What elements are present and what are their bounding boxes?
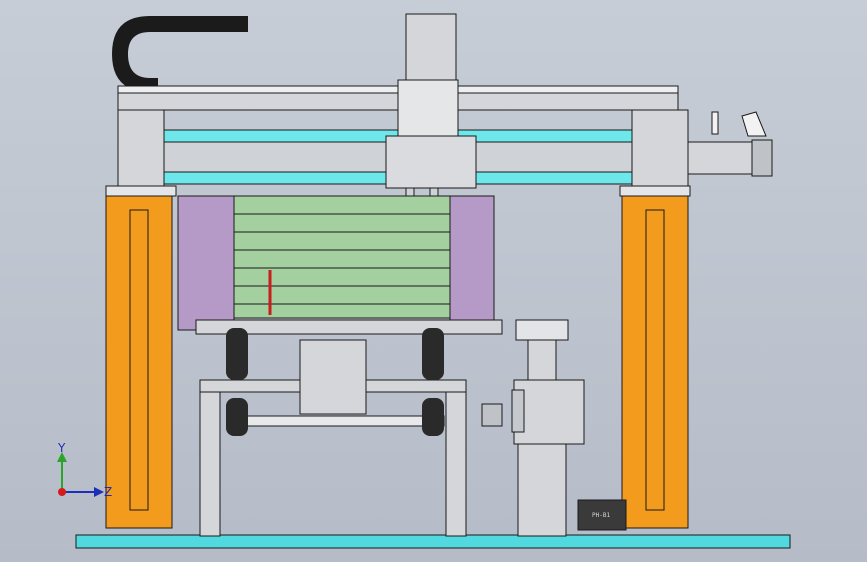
right-violet-panel <box>449 195 495 331</box>
drawer-stack <box>233 195 451 319</box>
right-leg <box>445 391 467 537</box>
right-column <box>621 195 689 529</box>
gantry-assembly-model: PH-B1 <box>75 13 791 549</box>
lift-column <box>517 443 567 537</box>
cad-viewport[interactable]: PH-B1 Y Z <box>0 0 867 562</box>
right-upper-wheel <box>422 328 444 380</box>
left-lower-wheel <box>226 398 248 436</box>
base-plate <box>75 534 791 549</box>
left-end-block <box>117 109 165 197</box>
servo-endcap <box>751 139 773 177</box>
left-leg <box>199 391 221 537</box>
side-bracket <box>515 319 569 341</box>
left-upper-wheel <box>226 328 248 380</box>
z-axis-label: Z <box>104 485 112 499</box>
servo-connector <box>711 111 767 137</box>
lift-motor-flange <box>511 389 525 433</box>
z-axis-carriage <box>397 79 459 137</box>
left-top-plate <box>105 185 177 197</box>
cable-chain <box>112 16 248 92</box>
right-end-block <box>631 109 689 197</box>
center-cylinder <box>299 339 367 415</box>
coupling <box>481 403 503 427</box>
right-lower-wheel <box>422 398 444 436</box>
origin-marker <box>58 488 66 496</box>
z-axis-slide <box>385 135 477 189</box>
motor-plate-label: PH-B1 <box>592 512 610 519</box>
side-post <box>527 339 557 381</box>
right-top-plate <box>619 185 691 197</box>
y-axis-label: Y <box>57 441 66 455</box>
z-axis-arrow <box>94 487 104 497</box>
axis-triad: Y Z <box>57 441 112 499</box>
left-violet-panel <box>177 195 235 331</box>
z-axis-motor <box>405 13 457 83</box>
lower-shaft <box>227 415 445 427</box>
